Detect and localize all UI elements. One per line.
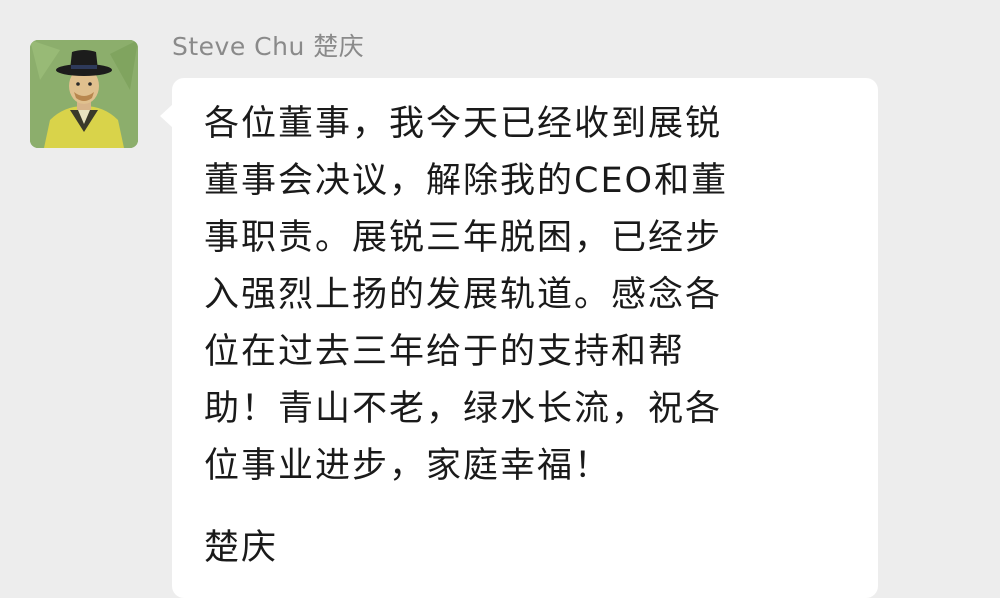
- message-line: 助！青山不老，绿水长流，祝各: [204, 389, 723, 429]
- message-line: 各位董事，我今天已经收到展锐: [204, 104, 723, 144]
- portrait-icon: [30, 40, 138, 148]
- message-line: 位在过去三年给于的支持和帮: [204, 332, 686, 372]
- message-line: 事职责。展锐三年脱困，已经步: [204, 218, 723, 258]
- avatar[interactable]: [30, 40, 138, 148]
- sender-name: Steve Chu 楚庆: [172, 32, 365, 61]
- message-text: 各位董事，我今天已经收到展锐 董事会决议，解除我的CEO和董 事职责。展锐三年脱…: [204, 96, 844, 495]
- message-line: 位事业进步，家庭幸福！: [204, 446, 612, 486]
- message-line: 董事会决议，解除我的CEO和董: [204, 161, 729, 201]
- chat-area: Steve Chu 楚庆 各位董事，我今天已经收到展锐 董事会决议，解除我的CE…: [0, 0, 1000, 598]
- message-signature: 楚庆: [204, 528, 279, 568]
- message-line: 入强烈上扬的发展轨道。感念各: [204, 275, 723, 315]
- message-bubble[interactable]: 各位董事，我今天已经收到展锐 董事会决议，解除我的CEO和董 事职责。展锐三年脱…: [172, 78, 878, 598]
